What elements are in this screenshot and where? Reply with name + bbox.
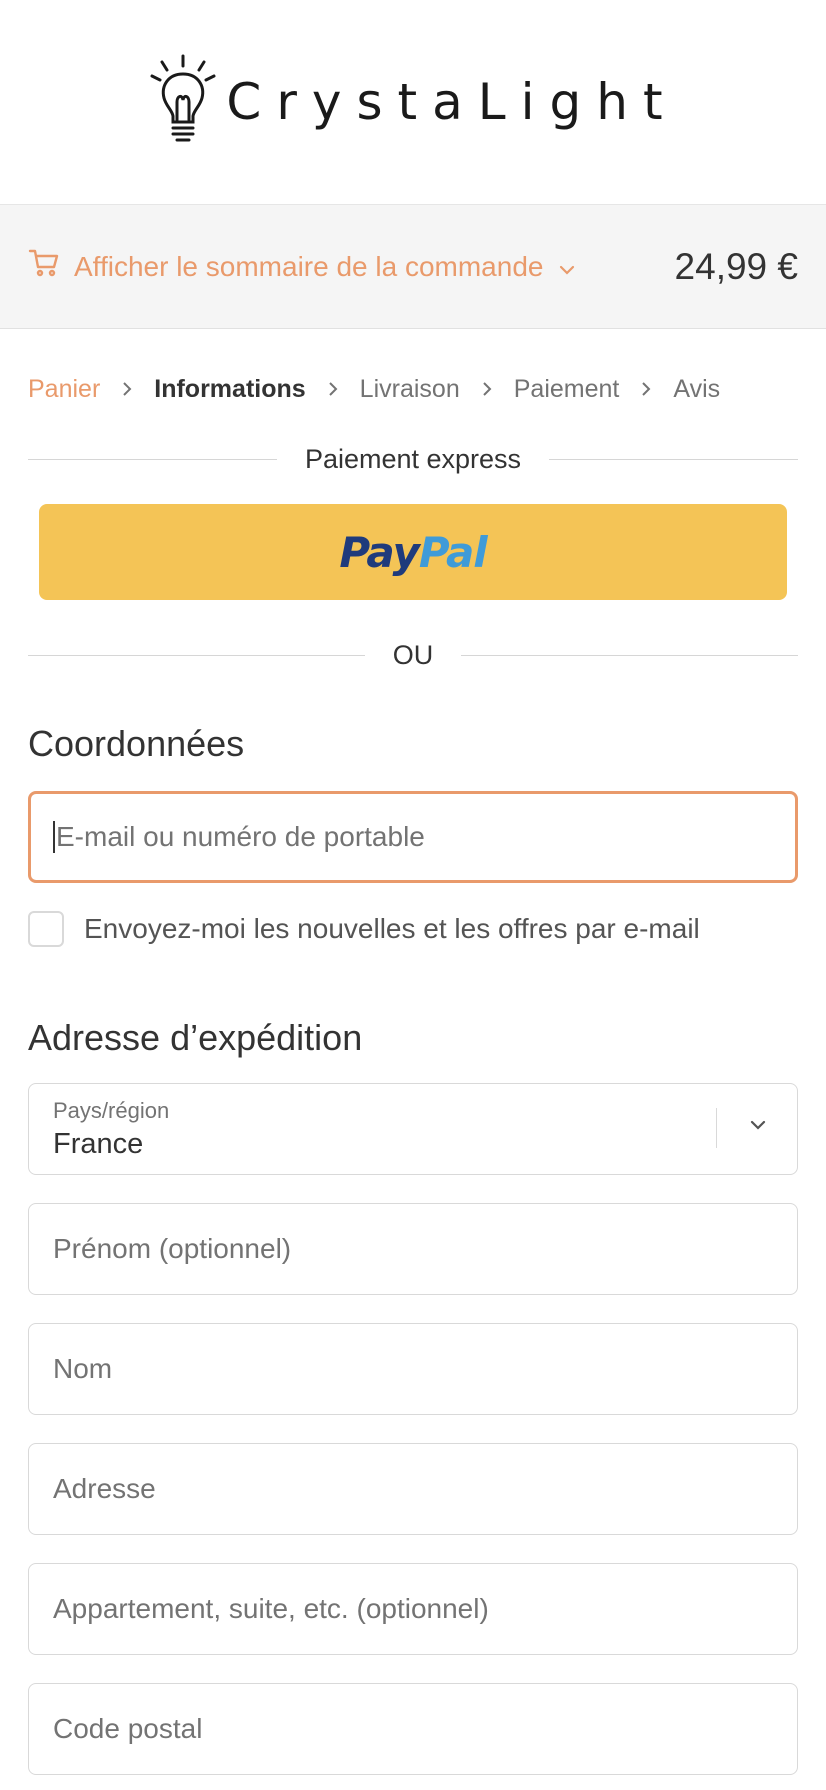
or-label: OU — [392, 639, 434, 670]
order-total: 24,99 € — [674, 245, 798, 287]
site-header: CrystaLight — [0, 0, 826, 205]
contact-title: Coordonnées — [28, 723, 245, 764]
text-caret — [53, 821, 55, 853]
chevron-down-icon — [559, 251, 575, 283]
order-summary-toggle[interactable]: Afficher le sommaire de la commande — [74, 251, 543, 283]
or-divider: OU — [28, 635, 798, 675]
newsletter-checkbox[interactable] — [28, 911, 64, 947]
chevron-right-icon — [482, 381, 492, 397]
email-field[interactable]: E-mail ou numéro de portable — [28, 791, 798, 883]
address-placeholder: Adresse — [53, 1473, 156, 1504]
divider — [461, 654, 798, 656]
brand-logo[interactable]: CrystaLight — [148, 54, 677, 151]
breadcrumb-payment: Paiement — [513, 374, 620, 403]
paypal-button[interactable]: PayPal — [39, 504, 787, 600]
divider — [28, 458, 277, 460]
breadcrumb: Panier Informations Livraison Paiement A… — [0, 369, 826, 409]
divider — [716, 1108, 717, 1148]
last-name-field[interactable]: Nom — [28, 1323, 798, 1415]
breadcrumb-information: Informations — [154, 374, 306, 403]
breadcrumb-review: Avis — [673, 374, 721, 403]
newsletter-label: Envoyez-moi les nouvelles et les offres … — [84, 913, 700, 944]
postal-code-placeholder: Code postal — [53, 1713, 203, 1744]
address-field[interactable]: Adresse — [28, 1443, 798, 1535]
shipping-title: Adresse d’expédition — [28, 1017, 363, 1058]
email-placeholder: E-mail ou numéro de portable — [56, 821, 425, 852]
paypal-logo: PayPal — [339, 527, 487, 577]
chevron-right-icon — [328, 381, 338, 397]
country-select[interactable]: Pays/région France — [28, 1083, 798, 1175]
divider — [549, 458, 799, 460]
apartment-field[interactable]: Appartement, suite, etc. (optionnel) — [28, 1563, 798, 1655]
divider — [28, 654, 365, 656]
order-summary-bar[interactable]: Afficher le sommaire de la commande 24,9… — [0, 205, 826, 329]
last-name-placeholder: Nom — [53, 1353, 113, 1384]
chevron-right-icon — [122, 381, 132, 397]
chevron-down-icon — [749, 1118, 767, 1136]
express-checkout-title: Paiement express — [304, 443, 522, 474]
postal-code-field[interactable]: Code postal — [28, 1683, 798, 1775]
country-value: France — [53, 1128, 144, 1160]
breadcrumb-cart[interactable]: Panier — [28, 375, 100, 404]
chevron-right-icon — [641, 381, 651, 397]
first-name-placeholder: Prénom (optionnel) — [53, 1233, 292, 1264]
cart-icon — [28, 248, 60, 285]
country-label: Pays/région — [53, 1098, 170, 1123]
brand-name: CrystaLight — [226, 73, 678, 131]
first-name-field[interactable]: Prénom (optionnel) — [28, 1203, 798, 1295]
newsletter-option[interactable]: Envoyez-moi les nouvelles et les offres … — [28, 911, 798, 947]
lightbulb-icon — [148, 54, 218, 151]
express-checkout-heading: Paiement express — [28, 439, 799, 479]
breadcrumb-shipping: Livraison — [359, 374, 460, 403]
apartment-placeholder: Appartement, suite, etc. (optionnel) — [53, 1593, 489, 1624]
